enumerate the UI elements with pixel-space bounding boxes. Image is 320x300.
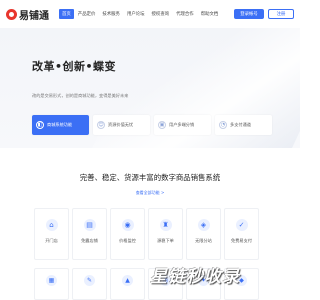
nav-item-auth[interactable]: 授权查询 [149,9,173,19]
logo[interactable]: 易铺通 [6,7,49,22]
nav-item-tech[interactable]: 技术服务 [99,9,123,19]
section-title: 完善、稳定、货源丰富的数字商品销售系统 [79,173,221,182]
feature-value[interactable]: ☺ 资源价值无忧 [93,115,150,135]
feature-cards: ⌂ 开门店 ▤ 免露店铺 ◉ 价格监控 ♜ 源稳下单 ◈ 无限分站 ✓ 免费易支… [34,208,259,260]
card-label: 免费易支付 [231,238,252,243]
substation-icon: ◈ [197,219,210,231]
payment-icon: ◔ [219,121,227,129]
grid-icon: ▦ [46,275,57,286]
list-icon: ▤ [83,219,96,231]
nav-item-forum[interactable]: 用户论坛 [124,9,148,19]
nav-item-pricing[interactable]: 产品定价 [75,9,99,19]
register-button[interactable]: 注册 [268,9,294,19]
value-icon: ☺ [97,121,105,129]
card-open-store[interactable]: ⌂ 开门店 [34,208,69,260]
shop-icon: ◧ [36,121,44,129]
logo-icon [6,8,17,20]
card-price-monitor[interactable]: ◉ 价格监控 [110,208,145,260]
hero-subtitle: 改的是交易形式，创的是商城功能，变得是美好未来 [32,93,129,98]
users-icon: ▣ [158,121,166,129]
nav-item-agent[interactable]: 代理合作 [173,9,197,19]
card-label: 免露店铺 [81,238,98,243]
feature-label: 资源价值无忧 [108,122,134,127]
main-nav: 首页 产品定价 技术服务 用户论坛 授权查询 代理合作 帮助文档 [59,9,222,19]
nav-item-home[interactable]: 首页 [59,9,74,19]
card-label: 开门店 [45,238,58,243]
page: 易铺通 首页 产品定价 技术服务 用户论坛 授权查询 代理合作 帮助文档 登录帐… [0,0,300,300]
logo-text: 易铺通 [19,10,49,22]
store-icon: ⌂ [45,219,58,231]
feature-label: 用户多端分销 [169,122,195,127]
feature-row: ◧ 商城系统功能 ☺ 资源价值无忧 ▣ 用户多端分销 ◔ 多支付通道 [32,115,272,135]
card-substation[interactable]: ◈ 无限分站 [186,208,221,260]
view-all-link[interactable]: 查看全部功能 > [0,190,300,196]
more-card[interactable]: ▦ [34,268,69,300]
feature-label: 商城系统功能 [47,122,73,127]
monitor-icon: ◉ [121,219,134,231]
triangle-icon: ▲ [122,275,133,286]
card-label: 无限分站 [195,238,212,243]
watermark: 星链秒收录 [150,267,240,287]
card-store-display[interactable]: ▤ 免露店铺 [72,208,107,260]
feature-users[interactable]: ▣ 用户多端分销 [154,115,211,135]
card-label: 源稳下单 [157,238,174,243]
more-card[interactable]: ✎ [72,268,107,300]
feature-label: 多支付通道 [230,122,251,127]
feature-shop[interactable]: ◧ 商城系统功能 [32,115,89,135]
hero-title: 改革•创新•蝶变 [32,60,117,73]
more-card[interactable]: ▲ [110,268,145,300]
login-button[interactable]: 登录帐号 [234,9,264,19]
edit-icon: ✎ [84,275,95,286]
feature-payment[interactable]: ◔ 多支付通道 [215,115,272,135]
nav-item-help[interactable]: 帮助文档 [198,9,222,19]
order-icon: ♜ [159,219,172,231]
card-label: 价格监控 [119,238,136,243]
card-free-pay[interactable]: ✓ 免费易支付 [224,208,259,260]
header: 易铺通 首页 产品定价 技术服务 用户论坛 授权查询 代理合作 帮助文档 登录帐… [0,0,300,28]
card-stable-order[interactable]: ♜ 源稳下单 [148,208,183,260]
pay-icon: ✓ [235,219,248,231]
